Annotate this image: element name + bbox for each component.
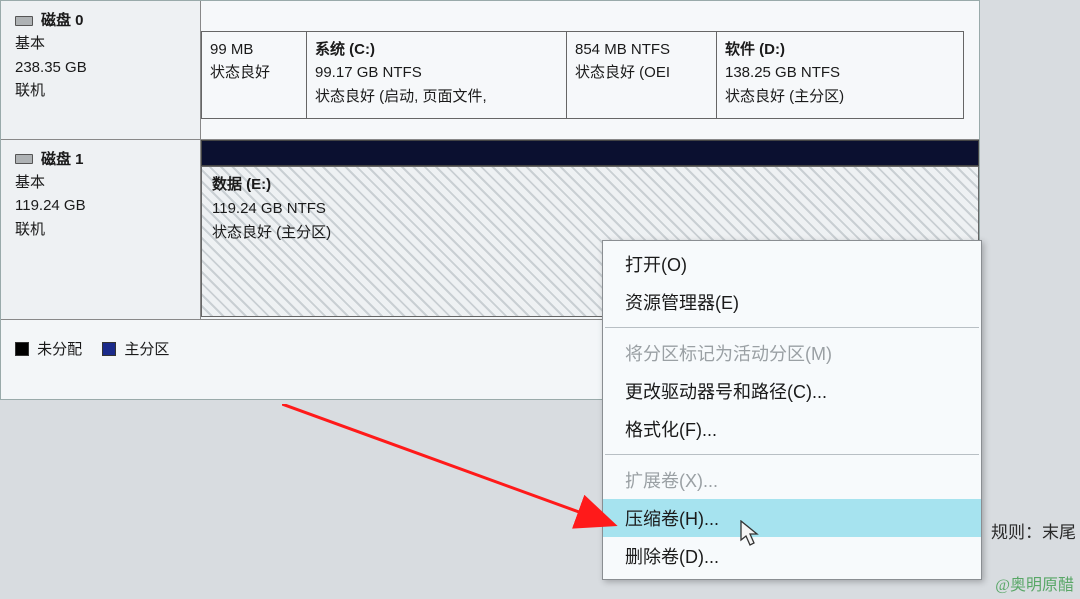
legend-label: 主分区 [124, 341, 169, 358]
context-menu: 打开(O) 资源管理器(E) 将分区标记为活动分区(M) 更改驱动器号和路径(C… [602, 240, 982, 580]
partition[interactable]: 软件 (D:) 138.25 GB NTFS 状态良好 (主分区) [716, 31, 964, 119]
partition[interactable]: 854 MB NTFS 状态良好 (OEI [566, 31, 716, 119]
partition-status: 状态良好 (启动, 页面文件, [315, 85, 558, 108]
unallocated-bar[interactable] [201, 140, 979, 166]
watermark: @奥明原醋 [995, 571, 1074, 595]
partition-size: 99 MB [210, 38, 298, 61]
disk-size: 119.24 GB [15, 194, 190, 217]
partition-status: 状态良好 [210, 61, 298, 84]
disk-status: 联机 [15, 218, 190, 241]
partition-size: 119.24 GB NTFS [212, 197, 968, 221]
disk-title-0: 磁盘 0 [15, 9, 190, 32]
disk-status: 联机 [15, 79, 190, 102]
disk-row-0: 磁盘 0 基本 238.35 GB 联机 99 MB 状态良好 系统 (C:) … [1, 1, 979, 140]
legend-label: 未分配 [37, 341, 82, 358]
menu-shrink[interactable]: 压缩卷(H)... [603, 499, 981, 537]
partition-name: 系统 (C:) [315, 38, 558, 61]
disk-type: 基本 [15, 171, 190, 194]
partition-size: 854 MB NTFS [575, 38, 708, 61]
partition[interactable]: 99 MB 状态良好 [201, 31, 306, 119]
disk-type: 基本 [15, 32, 190, 55]
menu-change-letter[interactable]: 更改驱动器号和路径(C)... [603, 372, 981, 410]
disk-icon [15, 154, 33, 164]
legend-primary: 主分区 [102, 338, 169, 359]
partition-size: 138.25 GB NTFS [725, 61, 955, 84]
partition-size: 99.17 GB NTFS [315, 61, 558, 84]
legend-unallocated: 未分配 [15, 338, 82, 359]
menu-separator [605, 454, 979, 455]
disk-icon [15, 16, 33, 26]
swatch-black-icon [15, 342, 29, 356]
disk-name: 磁盘 1 [41, 148, 84, 171]
background-text-fragment: 规则：末尾 [991, 518, 1076, 543]
menu-format[interactable]: 格式化(F)... [603, 410, 981, 448]
disk-info-1[interactable]: 磁盘 1 基本 119.24 GB 联机 [1, 140, 201, 319]
disk-size: 238.35 GB [15, 56, 190, 79]
menu-delete[interactable]: 删除卷(D)... [603, 537, 981, 575]
partition-name: 软件 (D:) [725, 38, 955, 61]
menu-open[interactable]: 打开(O) [603, 245, 981, 283]
menu-separator [605, 327, 979, 328]
partition-name: 数据 (E:) [212, 173, 968, 197]
partition[interactable]: 系统 (C:) 99.17 GB NTFS 状态良好 (启动, 页面文件, [306, 31, 566, 119]
disk-name: 磁盘 0 [41, 9, 84, 32]
menu-mark-active: 将分区标记为活动分区(M) [603, 334, 981, 372]
menu-extend: 扩展卷(X)... [603, 461, 981, 499]
menu-explorer[interactable]: 资源管理器(E) [603, 283, 981, 321]
disk-title-1: 磁盘 1 [15, 148, 190, 171]
partitions-0: 99 MB 状态良好 系统 (C:) 99.17 GB NTFS 状态良好 (启… [201, 1, 979, 139]
partition-status: 状态良好 (OEI [575, 61, 708, 84]
disk-info-0[interactable]: 磁盘 0 基本 238.35 GB 联机 [1, 1, 201, 139]
partition-status: 状态良好 (主分区) [725, 85, 955, 108]
swatch-blue-icon [102, 342, 116, 356]
